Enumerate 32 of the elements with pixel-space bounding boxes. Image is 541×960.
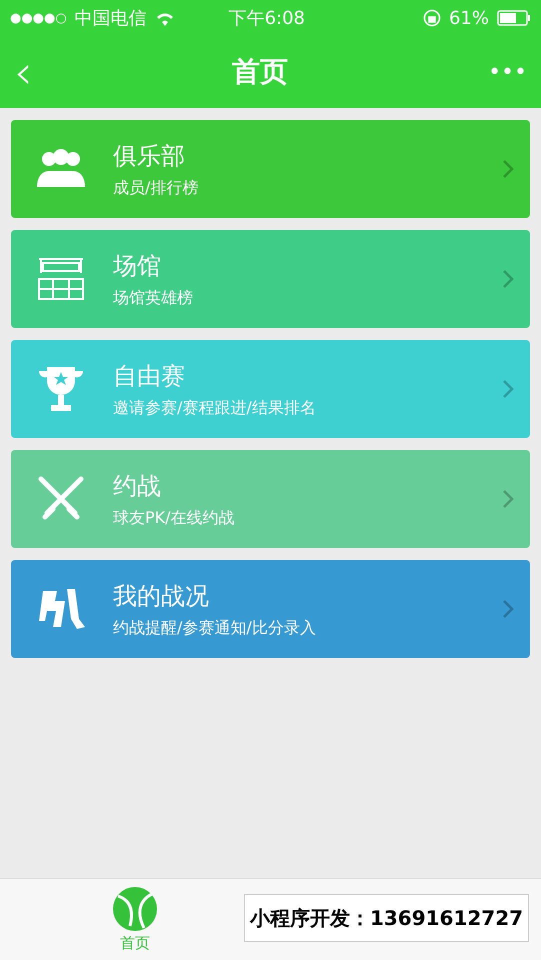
card-subtitle: 场馆英雄榜 bbox=[113, 288, 194, 308]
promo-banner: 小程序开发：13691612727 bbox=[244, 894, 529, 942]
tab-item[interactable]: 首页 bbox=[100, 879, 170, 960]
card-title: 我的战况 bbox=[113, 580, 210, 612]
page-title: 首页 bbox=[232, 54, 288, 90]
menu-card[interactable]: 我的战况 约战提醒/参赛通知/比分录入 bbox=[11, 560, 530, 658]
menu-card[interactable]: 自由赛 邀请参赛/赛程跟进/结果排名 bbox=[11, 340, 530, 438]
menu-card[interactable]: 场馆 场馆英雄榜 bbox=[11, 230, 530, 328]
back-button[interactable]: ‹ bbox=[14, 49, 32, 95]
rotation-lock-icon bbox=[422, 9, 441, 27]
chevron-right-icon bbox=[502, 599, 514, 619]
chevron-right-icon bbox=[502, 159, 514, 179]
chevron-right-icon bbox=[502, 379, 514, 399]
chevron-right-icon bbox=[502, 269, 514, 289]
card-subtitle: 球友PK/在线约战 bbox=[113, 508, 236, 528]
clock-time: 下午6:08 bbox=[228, 7, 305, 30]
chevron-right-icon bbox=[502, 489, 514, 509]
card-title: 自由赛 bbox=[113, 360, 186, 392]
card-title: 俱乐部 bbox=[113, 140, 186, 172]
more-button[interactable]: ••• bbox=[488, 60, 527, 84]
carrier-name: 中国电信 bbox=[74, 7, 147, 30]
card-subtitle: 约战提醒/参赛通知/比分录入 bbox=[113, 618, 317, 638]
menu-card[interactable]: 约战 球友PK/在线约战 bbox=[11, 450, 530, 548]
battery-percent: 61% bbox=[448, 8, 489, 28]
card-title: 约战 bbox=[113, 470, 162, 502]
card-subtitle: 邀请参赛/赛程跟进/结果排名 bbox=[113, 398, 317, 418]
battery-icon bbox=[497, 10, 531, 26]
card-title: 场馆 bbox=[113, 250, 162, 282]
tennis-ball-icon bbox=[112, 886, 158, 932]
menu-card[interactable]: 俱乐部 成员/排行榜 bbox=[11, 120, 530, 218]
card-subtitle: 成员/排行榜 bbox=[113, 178, 200, 198]
signal-strength: ●●●●○ bbox=[10, 10, 67, 26]
